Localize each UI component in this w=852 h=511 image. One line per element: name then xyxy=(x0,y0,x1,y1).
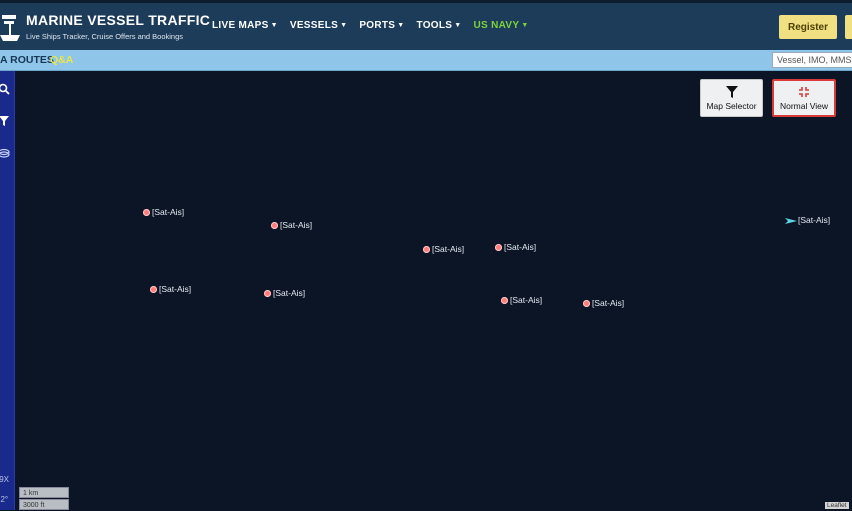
vessel-search-input[interactable] xyxy=(772,52,852,68)
nav-us-navy-label: US NAVY xyxy=(473,20,520,31)
vessel-dot-icon xyxy=(264,290,271,297)
coordinate-readout-top: °9X xyxy=(0,475,9,484)
logo-subtitle: Live Ships Tracker, Cruise Offers and Bo… xyxy=(26,32,184,41)
vessel-dot-icon xyxy=(150,286,157,293)
vessel-dot-icon xyxy=(501,297,508,304)
top-navigation-bar: MARINE VESSEL TRAFFIC Live Ships Tracker… xyxy=(0,0,852,50)
nav-vessels[interactable]: VESSELS ▼ xyxy=(290,20,347,36)
nav-us-navy[interactable]: US NAVY ▼ xyxy=(474,20,529,36)
chevron-down-icon: ▼ xyxy=(270,22,278,29)
nav-tools-label: TOOLS xyxy=(416,20,453,31)
site-logo[interactable]: MARINE VESSEL TRAFFIC Live Ships Tracker… xyxy=(0,11,210,47)
map-attribution[interactable]: Leaflet xyxy=(825,502,849,509)
nav-live-maps-label: LIVE MAPS xyxy=(212,20,269,31)
vessel-dot-icon xyxy=(143,209,150,216)
vessel-label: [Sat-Ais] xyxy=(159,284,192,294)
filter-icon xyxy=(0,116,9,126)
map-scale: 1 km 3000 ft xyxy=(19,487,69,511)
map-selector-label: Map Selector xyxy=(706,101,757,111)
vessel-dot-icon xyxy=(495,244,502,251)
ship-logo-icon xyxy=(0,15,20,41)
coordinate-readout-bottom: 82° xyxy=(0,495,9,504)
filter-icon xyxy=(725,86,738,98)
vessel-label: [Sat-Ais] xyxy=(592,298,625,308)
register-button[interactable]: Register xyxy=(779,15,837,39)
chevron-down-icon: ▼ xyxy=(397,22,405,29)
nav-vessels-label: VESSELS xyxy=(289,20,339,31)
sidebar-search-button[interactable] xyxy=(0,81,12,97)
chevron-down-icon: ▼ xyxy=(521,22,529,29)
scale-ft: 3000 ft xyxy=(19,499,69,510)
login-button[interactable] xyxy=(845,15,852,39)
layers-icon xyxy=(0,148,10,158)
normal-view-button[interactable]: Normal View xyxy=(772,79,836,117)
sidebar-layers-button[interactable] xyxy=(0,145,12,161)
vessel-label: [Sat-Ais] xyxy=(510,295,543,305)
nav-tools[interactable]: TOOLS ▼ xyxy=(417,20,462,36)
nav-ports[interactable]: PORTS ▼ xyxy=(359,20,404,36)
secondary-nav-bar: A ROUTES Q&A xyxy=(0,50,852,71)
chevron-down-icon: ▼ xyxy=(340,22,348,29)
vessel-dot-icon xyxy=(271,222,278,229)
qa-link[interactable]: Q&A xyxy=(50,54,73,66)
vessel-label: [Sat-Ais] xyxy=(152,207,185,217)
vessel-label: [Sat-Ais] xyxy=(798,215,831,225)
search-icon xyxy=(0,83,10,95)
nav-live-maps[interactable]: LIVE MAPS ▼ xyxy=(212,20,278,36)
map-tools-sidebar: °9X 82° xyxy=(0,71,15,510)
shrink-arrows-icon xyxy=(799,87,809,97)
vessel-map[interactable]: Map Selector Normal View [Sat-Ais] [Sat-… xyxy=(15,71,852,510)
main-nav: LIVE MAPS ▼ VESSELS ▼ PORTS ▼ TOOLS ▼ US NAV… xyxy=(212,20,529,36)
map-selector-button[interactable]: Map Selector xyxy=(700,79,763,117)
vessel-label: [Sat-Ais] xyxy=(432,244,465,254)
normal-view-label: Normal View xyxy=(779,101,829,111)
logo-title: MARINE VESSEL TRAFFIC xyxy=(26,12,211,28)
sidebar-filter-button[interactable] xyxy=(0,113,12,129)
nav-ports-label: PORTS xyxy=(359,20,396,31)
vessel-label: [Sat-Ais] xyxy=(504,242,537,252)
sea-routes-link[interactable]: A ROUTES xyxy=(0,54,54,66)
vessel-label: [Sat-Ais] xyxy=(273,288,306,298)
vessel-arrow-icon xyxy=(785,218,797,224)
vessel-dot-icon xyxy=(583,300,590,307)
chevron-down-icon: ▼ xyxy=(454,22,462,29)
vessel-dot-icon xyxy=(423,246,430,253)
scale-km: 1 km xyxy=(19,487,69,498)
vessel-label: [Sat-Ais] xyxy=(280,220,313,230)
